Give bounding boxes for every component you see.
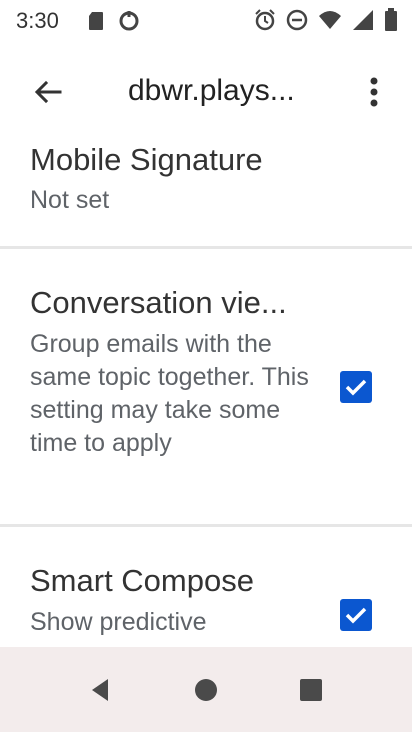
- setting-conversation-view[interactable]: Conversation vie... Group emails with th…: [0, 249, 412, 524]
- smart-compose-checkbox[interactable]: [340, 599, 372, 631]
- page-title: dbwr.plays...: [128, 74, 295, 107]
- nav-back-icon: [92, 679, 108, 701]
- status-icons-right: [254, 8, 398, 32]
- more-vert-icon: [370, 77, 378, 107]
- conversation-view-checkbox[interactable]: [340, 371, 372, 403]
- navigation-bar: [0, 647, 412, 732]
- battery-icon: [385, 8, 397, 31]
- setting-title: Mobile Signature: [30, 142, 263, 177]
- setting-smart-compose[interactable]: Smart Compose Show predictive: [0, 527, 412, 647]
- back-button[interactable]: [26, 70, 70, 114]
- status-time: 3:30: [16, 8, 59, 33]
- nav-recents-button[interactable]: [296, 675, 326, 705]
- setting-mobile-signature[interactable]: Mobile Signature Not set: [0, 140, 412, 246]
- nav-home-icon: [195, 679, 217, 701]
- setting-title: Smart Compose: [30, 563, 254, 598]
- arrow-back-icon: [34, 80, 62, 104]
- signal-icon: [353, 10, 373, 30]
- nav-recents-icon: [300, 679, 322, 701]
- setting-summary: Show predictive: [30, 608, 207, 636]
- setting-summary: Not set: [30, 186, 110, 214]
- setting-summary: Group emails with the same topic togethe…: [30, 330, 309, 457]
- app-bar: dbwr.plays...: [0, 44, 412, 140]
- sync-icon: [119, 11, 139, 31]
- alarm-icon: [255, 9, 275, 31]
- setting-title: Conversation vie...: [30, 285, 287, 320]
- wifi-icon: [319, 11, 341, 29]
- status-bar: 3:30: [0, 0, 412, 44]
- overflow-menu-button[interactable]: [356, 70, 392, 114]
- check-icon: [345, 379, 367, 396]
- sd-card-icon: [89, 12, 103, 30]
- do-not-disturb-icon: [286, 9, 308, 31]
- status-icons-left: [88, 10, 140, 32]
- settings-list[interactable]: Mobile Signature Not set Conversation vi…: [0, 140, 412, 647]
- nav-home-button[interactable]: [191, 675, 221, 705]
- nav-back-button[interactable]: [85, 675, 115, 705]
- check-icon: [345, 607, 367, 624]
